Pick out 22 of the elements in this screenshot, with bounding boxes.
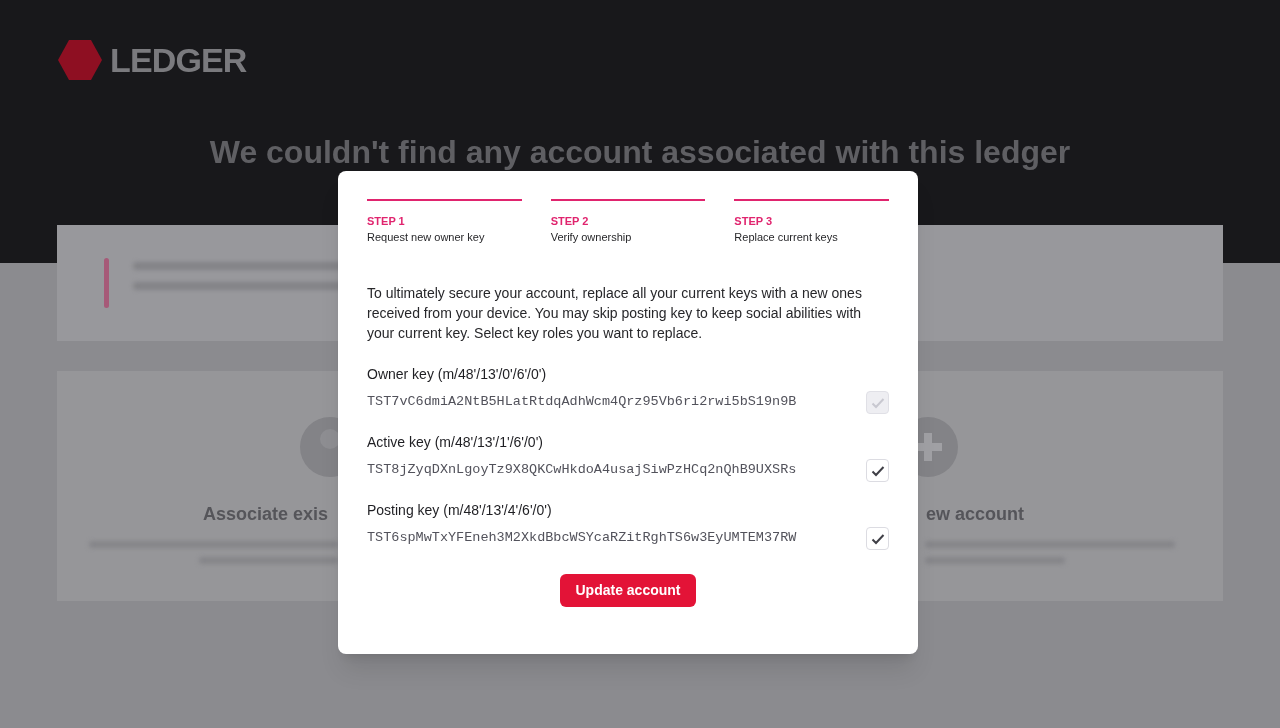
card-title: Associate exis — [203, 503, 329, 526]
hexagon-logo-icon — [58, 40, 102, 80]
card-title: ew account — [926, 503, 1025, 526]
step-label: STEP 1 — [367, 214, 406, 229]
step-label: STEP 3 — [734, 214, 774, 229]
key-value: TST7vC6dmiA2NtB5HLatRtdqAdhWcm4Qrz95Vb6ri2rwi5bS19n9B — [367, 393, 797, 412]
step-description: Replace current keys — [734, 230, 839, 245]
step-label: STEP 2 — [550, 214, 590, 229]
key-label: Posting key (m/48'/13'/4'/6'/0') — [367, 501, 553, 519]
key-label: Active key (m/48'/13'/1'/6'/0') — [367, 433, 544, 451]
key-value: TST6spMwTxYFEneh3M2XkdBbcWSYcaRZitRghTS6w3EyUMTEM37RW — [367, 529, 797, 548]
page-heading: We couldn't find any account associated with this ledger — [209, 133, 1071, 168]
user-icon — [300, 417, 338, 477]
key-label: Owner key (m/48'/13'/0'/6'/0') — [367, 365, 548, 383]
step-description: Request new owner key — [367, 230, 486, 245]
intro-paragraph: To ultimately secure your account, replace all your current keys with a new ones received from your device. You may skip posting key to keep social abilities with your current key. Select key roles you want to replace. — [367, 284, 863, 343]
logo-text: LEDGER — [110, 39, 247, 81]
update-account-button[interactable]: Update account — [560, 574, 696, 607]
key-value: TST8jZyqDXnLgoyTz9X8QKCwHkdoA4usajSiwPzHCq2nQhB9UXSRs — [367, 461, 797, 480]
checkbox[interactable] — [866, 527, 889, 550]
checkbox[interactable] — [866, 459, 889, 482]
step-description: Verify ownership — [550, 230, 633, 245]
